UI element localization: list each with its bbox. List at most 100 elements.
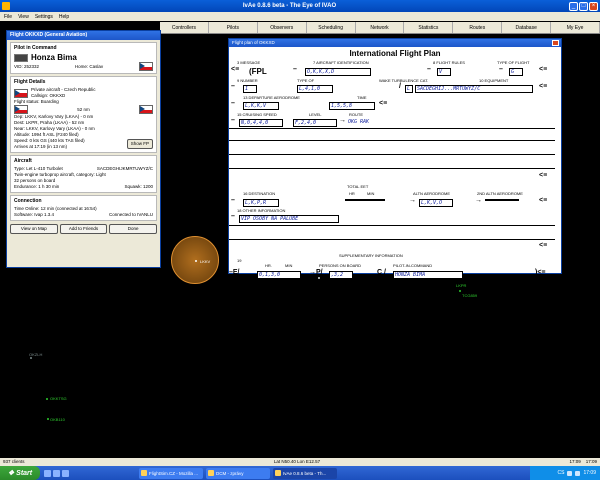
tab-database[interactable]: Database <box>502 22 552 33</box>
field-endurance[interactable]: 0,1,3,0 <box>257 271 301 279</box>
flight-plan-heading: International Flight Plan <box>349 49 441 58</box>
menu-bar: File View Settings Help <box>0 12 600 21</box>
menu-file[interactable]: File <box>4 14 12 20</box>
label-route: ROUTE <box>349 112 363 117</box>
menu-help[interactable]: Help <box>59 14 69 20</box>
pilot-name: Honza Bima <box>31 53 77 62</box>
route-distance: 52 nm <box>77 106 90 112</box>
tab-my-eye[interactable]: My Eye <box>551 22 600 33</box>
end-symbol: <≡ <box>539 242 548 249</box>
clock[interactable]: 17:09 <box>583 470 596 476</box>
tab-network[interactable]: Network <box>356 22 405 33</box>
airport-marker <box>195 260 197 262</box>
radar-target[interactable] <box>459 290 461 292</box>
fpl-text: (FPL <box>249 67 267 76</box>
radar-tag: OKZLH <box>29 352 43 357</box>
show-fp-button[interactable]: Show FP <box>126 139 153 149</box>
field-other[interactable]: VIP OSOBY NA PALUBE <box>239 215 339 223</box>
view-on-map-button[interactable]: View on Map <box>10 224 58 234</box>
persons-symbol: →P/ <box>309 269 323 276</box>
dash-symbol: – <box>293 66 297 73</box>
field-rules[interactable]: V <box>437 68 451 76</box>
taskbar-item[interactable]: IvAe 0.8.6 beta - Th... <box>273 467 337 479</box>
done-button[interactable]: Done <box>109 224 158 234</box>
field-pic[interactable]: HONZA BIMA <box>393 271 463 279</box>
field-departure[interactable]: L,K,K,V <box>243 102 279 110</box>
taskbar-item[interactable]: FlightSim.CZ - Mozilla ... <box>139 467 203 479</box>
status-time: 17:09 <box>585 459 597 464</box>
field-equipment[interactable]: SACDEGHIJ...MRTUWYZ/C <box>415 85 533 93</box>
software-row: Software: Ivap 1.3.4 Connected to IVANLU <box>14 212 153 218</box>
maximize-icon[interactable]: □ <box>579 1 588 11</box>
label-supplementary: SUPPLEMENTARY INFORMATION <box>339 253 403 258</box>
close-icon[interactable] <box>552 40 559 46</box>
close-icon[interactable]: × <box>589 1 598 11</box>
language-indicator[interactable]: CS <box>558 470 565 476</box>
end-symbol: <≡ <box>539 172 548 179</box>
arrow-symbol: <≡ <box>231 66 240 73</box>
quick-launch-icon[interactable] <box>44 469 51 477</box>
tab-statistics[interactable]: Statistics <box>404 22 454 33</box>
minimize-icon[interactable]: _ <box>569 1 578 11</box>
tab-controllers[interactable]: Controllers <box>160 22 209 33</box>
tray-icon[interactable] <box>567 470 573 476</box>
field-persons[interactable]: ,3,2 <box>329 271 353 279</box>
field-aircraft-type[interactable]: L,4,1,0 <box>297 85 333 93</box>
field-number[interactable]: 1 <box>243 85 257 93</box>
dash-symbol: – <box>499 66 503 73</box>
flight-plan-title: Flight plan of OKKXD <box>232 40 275 45</box>
field-type-of-flight[interactable]: G <box>509 68 523 76</box>
pilot-meta-row: VID: 252332 Home: Caslav <box>14 62 153 71</box>
arrow-symbol: → <box>409 197 416 204</box>
tray-icon[interactable] <box>575 470 581 476</box>
window-controls: _ □ × <box>569 1 598 11</box>
divider <box>229 140 555 141</box>
flight-plan-titlebar: Flight plan of OKKXD <box>229 39 561 47</box>
avatar <box>14 53 28 62</box>
dash-symbol: – <box>427 66 431 73</box>
label-19: 19 <box>237 258 242 263</box>
status-bar: 937 clients Lat N50.40 Lon E12.57 17:09 … <box>0 458 600 466</box>
field-route[interactable]: OKG RAK <box>347 119 407 125</box>
radar-target[interactable] <box>30 357 32 359</box>
czech-flag-icon <box>138 105 153 114</box>
add-to-friends-button[interactable]: Add to Friends <box>59 224 108 234</box>
quick-launch-icon[interactable] <box>53 469 60 477</box>
end-symbol: <≡ <box>539 197 548 204</box>
czech-flag-icon <box>14 105 28 114</box>
field-ident[interactable]: O,K,K,X,D <box>305 68 371 76</box>
airport-lkkv[interactable]: LKKV <box>171 236 219 284</box>
airport-label: LKKV <box>200 259 211 264</box>
quick-launch-icon[interactable] <box>62 469 69 477</box>
label-equipment: 10 EQUIPMENT <box>479 78 509 83</box>
tab-routes[interactable]: Routes <box>453 22 503 33</box>
field-total-eet[interactable] <box>345 199 385 201</box>
tab-scheduling[interactable]: Scheduling <box>307 22 356 33</box>
field-destination[interactable]: L,K,P,R <box>243 199 279 207</box>
label-ident: 7 AIRCRAFT IDENTIFICATION <box>313 60 369 65</box>
endurance-row: Endurance: 1 h 30 min Squawk: 1200 <box>14 184 153 190</box>
tab-pilots[interactable]: Pilots <box>209 22 258 33</box>
field-altn2[interactable] <box>485 199 519 201</box>
radar-target[interactable] <box>46 398 48 400</box>
field-time[interactable]: 1,5,5,8 <box>329 102 375 110</box>
speed-row: Speed: 0 kts GS (440 kts TAS filed) Arri… <box>14 138 153 150</box>
server: Connected to IVANLU <box>109 212 153 217</box>
label-endurance-min: MIN <box>285 263 293 268</box>
radar-target[interactable] <box>47 418 49 420</box>
label-other: 18 OTHER INFORMATION <box>237 208 286 213</box>
field-level[interactable]: F,2,4,0 <box>293 119 337 127</box>
label-level: LEVEL <box>309 112 322 117</box>
menu-view[interactable]: View <box>18 14 29 20</box>
field-altn[interactable]: L,K,V,O <box>419 199 453 207</box>
field-wake[interactable]: L <box>405 85 413 93</box>
squawk: Squawk: 1200 <box>124 184 153 189</box>
taskbar-item[interactable]: DCM - zprávy <box>206 467 270 479</box>
menu-settings[interactable]: Settings <box>35 14 53 20</box>
tab-observers[interactable]: Observers <box>258 22 307 33</box>
arrival-info: Arrives at 17:19 (in 13 nm) <box>14 144 68 149</box>
start-button[interactable]: ❖ Start <box>0 466 40 480</box>
radar-tag: OKKTSG <box>50 396 67 401</box>
divider <box>229 239 555 240</box>
field-speed[interactable]: N,0,4,4,0 <box>239 119 283 127</box>
